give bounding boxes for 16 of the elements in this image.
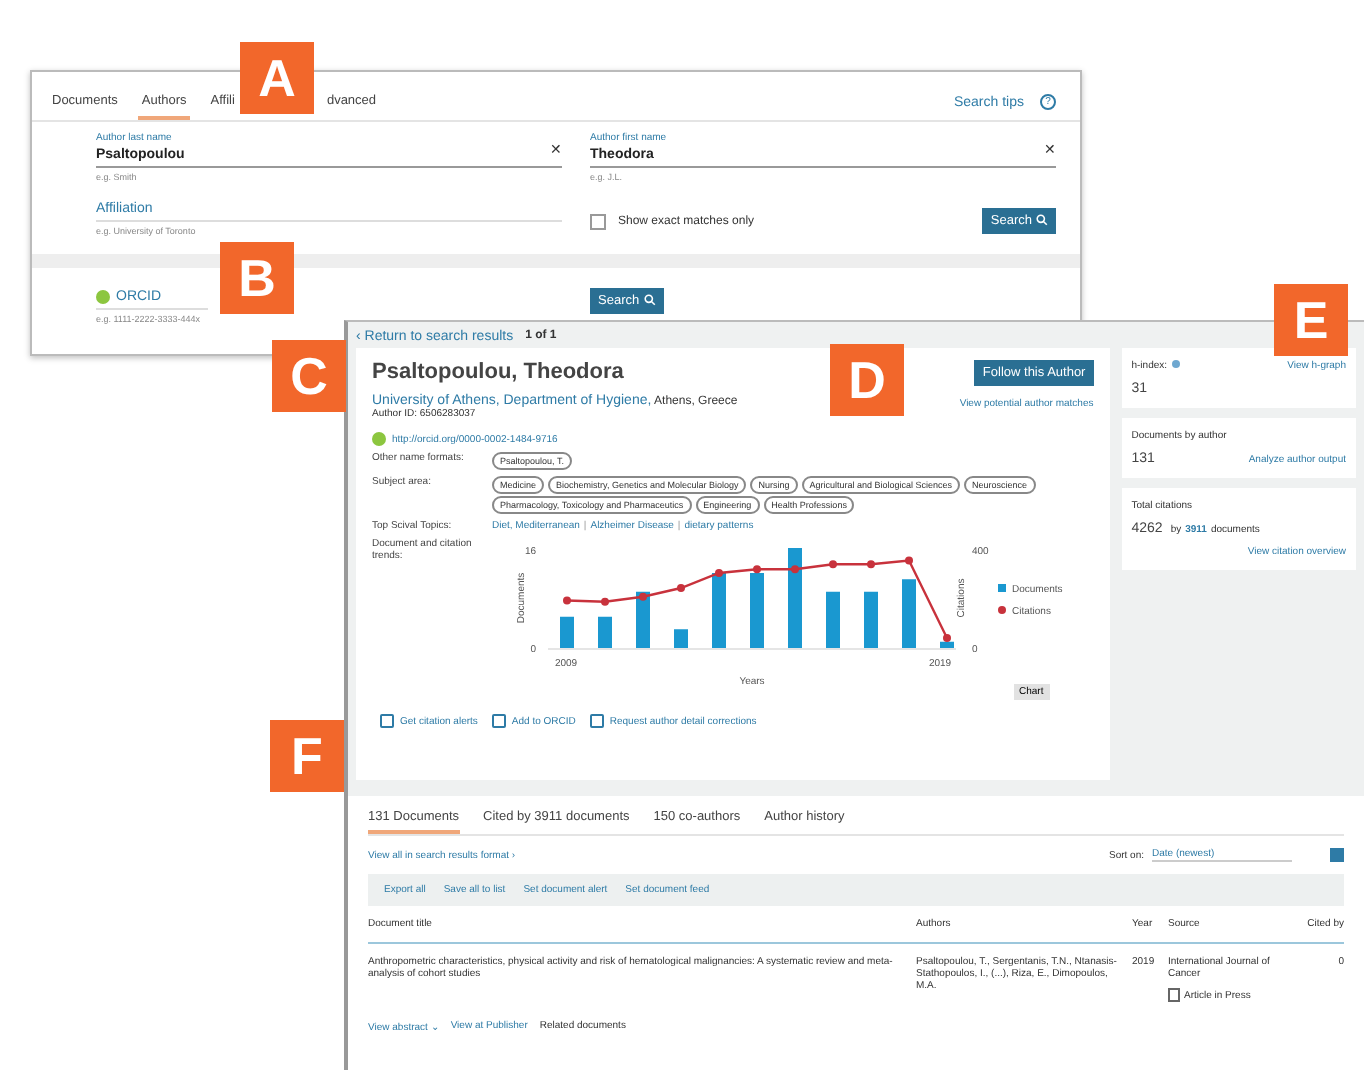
search-icon	[643, 294, 656, 307]
callout-letter: B	[220, 242, 294, 314]
callout-letter: C	[272, 340, 346, 412]
search-icon	[1036, 214, 1048, 227]
info-icon	[1171, 360, 1180, 368]
orcid-icon	[96, 290, 110, 304]
legend-square-icon	[998, 584, 1006, 592]
callout-letter: D	[830, 344, 904, 416]
callout-letter: E	[1274, 284, 1348, 356]
legend-dot-icon	[998, 606, 1006, 614]
exact-matches-checkbox[interactable]	[590, 213, 606, 229]
orcid-icon	[372, 432, 386, 446]
document-icon	[1168, 988, 1180, 1002]
callout-letter: A	[240, 42, 314, 114]
author-name: Psaltopoulou, Theodora	[372, 360, 626, 384]
callout-letter: F	[270, 720, 344, 792]
